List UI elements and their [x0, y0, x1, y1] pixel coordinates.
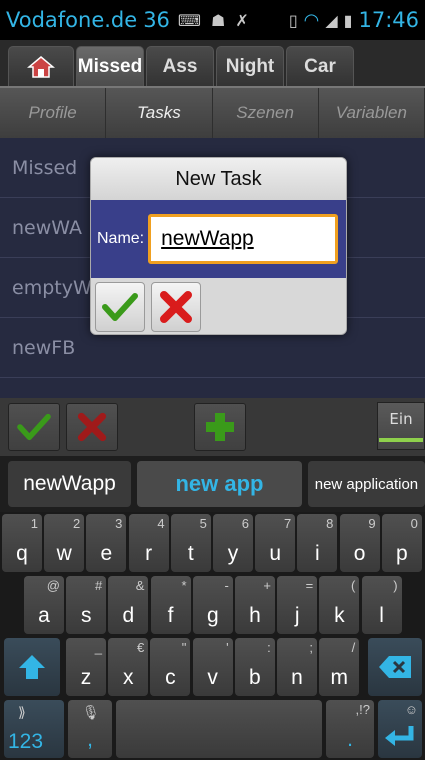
battery-icon: ▮ — [343, 10, 353, 30]
key-u[interactable]: 7u — [255, 514, 296, 572]
x-icon — [77, 412, 107, 442]
name-label: Name: — [97, 230, 145, 247]
accept-button[interactable] — [8, 403, 60, 451]
project-tabs: Missed Ass Night Car — [0, 40, 425, 86]
action-bar: Ein — [0, 398, 425, 456]
key-h[interactable]: + h — [235, 576, 275, 634]
key-x[interactable]: € x — [108, 638, 149, 696]
key-row-1: 1q2w3e4r5t6y7u8i9o0p — [0, 514, 425, 576]
comma-key[interactable]: 🎙 , — [68, 700, 112, 758]
key-o[interactable]: 9o — [339, 514, 380, 572]
wifi-icon: ◠ — [303, 9, 320, 31]
tab-missed[interactable]: Missed — [76, 46, 144, 86]
key-f[interactable]: * f — [150, 576, 191, 634]
key-b[interactable]: :b — [234, 638, 275, 696]
swype-icon: ⟫ — [18, 704, 26, 720]
new-task-dialog: New Task Name: newWapp — [90, 157, 347, 335]
key-d[interactable]: & d — [108, 576, 149, 634]
key-n[interactable]: ; n — [277, 638, 317, 696]
plus-icon — [206, 413, 234, 441]
status-bar: Vodafone.de 36 ⌨ ☗ ✗ ▯ ◠ ◢ ▮ 17:46 — [0, 0, 425, 40]
tab-tasks[interactable]: Tasks — [106, 88, 213, 138]
add-button[interactable] — [194, 403, 246, 451]
tab-ass[interactable]: Ass — [146, 46, 214, 86]
backspace-key[interactable] — [368, 638, 422, 696]
tab-car[interactable]: Car — [286, 46, 354, 86]
suggestion-strip: newWapp new app new application — [0, 456, 425, 512]
numbers-key[interactable]: ⟫ 123 — [4, 700, 64, 758]
home-icon — [27, 55, 55, 78]
name-input[interactable]: newWapp — [148, 214, 339, 264]
dialog-title: New Task — [91, 158, 346, 200]
key-p[interactable]: 0p — [381, 514, 422, 572]
backspace-icon — [379, 656, 411, 678]
key-e[interactable]: 3e — [86, 514, 127, 572]
keyboard-icon: ⌨ — [177, 10, 202, 30]
key-row-2: @ a # s & d * f - g + h = j(k) l — [0, 576, 425, 638]
key-a[interactable]: @ a — [24, 576, 64, 634]
confirm-button[interactable] — [95, 282, 145, 332]
key-j[interactable]: = j — [277, 576, 318, 634]
bluetooth-icon: ✗ — [235, 10, 249, 30]
vibrate-icon: ▯ — [288, 10, 298, 30]
suggestion-item[interactable]: new app — [137, 461, 302, 507]
cancel-button[interactable] — [151, 282, 201, 332]
key-z[interactable]: _ z — [66, 638, 106, 696]
tab-variablen[interactable]: Variablen — [319, 88, 425, 138]
carrier-name: Vodafone.de — [6, 8, 138, 32]
ein-toggle[interactable]: Ein — [377, 402, 425, 450]
period-key[interactable]: ,!? . — [326, 700, 374, 758]
key-row-4: ⟫ 123 🎙 , ,!? . ☺ — [0, 700, 425, 760]
key-r[interactable]: 4r — [128, 514, 169, 572]
x-icon — [160, 291, 192, 323]
key-c[interactable]: " c — [150, 638, 191, 696]
key-i[interactable]: 8i — [297, 514, 338, 572]
key-q[interactable]: 1q — [2, 514, 42, 572]
android-icon: ☗ — [211, 10, 226, 30]
key-row-3: _ z € x " c ' v: b; n / m — [0, 638, 425, 700]
key-k[interactable]: (k — [319, 576, 360, 634]
section-tabs: Profile Tasks Szenen Variablen — [0, 86, 425, 138]
tab-profile[interactable]: Profile — [0, 88, 107, 138]
signal-icon: ◢ — [325, 10, 338, 30]
enter-icon — [385, 726, 414, 746]
clock: 17:46 — [358, 8, 419, 32]
soft-keyboard: 1q2w3e4r5t6y7u8i9o0p @ a # s & d * f - g + h = j(k) l … — [0, 512, 425, 760]
key-g[interactable]: -g — [192, 576, 233, 634]
shift-key[interactable] — [4, 638, 60, 696]
key-y[interactable]: 6y — [213, 514, 253, 572]
ein-label: Ein — [389, 410, 413, 428]
key-m[interactable]: / m — [319, 638, 360, 696]
enter-key[interactable]: ☺ — [378, 700, 422, 758]
network-count: 36 — [143, 8, 170, 32]
key-v[interactable]: ' v — [192, 638, 233, 696]
tab-night[interactable]: Night — [216, 46, 284, 86]
mic-icon: 🎙 — [82, 704, 100, 720]
suggestion-item[interactable]: newWapp — [8, 461, 132, 507]
key-s[interactable]: # s — [66, 576, 107, 634]
suggestion-item[interactable]: new application — [307, 461, 425, 507]
tab-szenen[interactable]: Szenen — [213, 88, 319, 138]
checkmark-icon — [17, 413, 51, 441]
key-l[interactable]: ) l — [361, 576, 402, 634]
shift-icon — [19, 655, 45, 679]
tab-home[interactable] — [8, 46, 74, 86]
checkmark-icon — [102, 293, 138, 321]
space-key[interactable] — [116, 700, 322, 758]
key-t[interactable]: 5t — [170, 514, 211, 572]
key-w[interactable]: 2w — [44, 514, 85, 572]
discard-button[interactable] — [66, 403, 118, 451]
smiley-icon: ☺ — [404, 702, 418, 717]
